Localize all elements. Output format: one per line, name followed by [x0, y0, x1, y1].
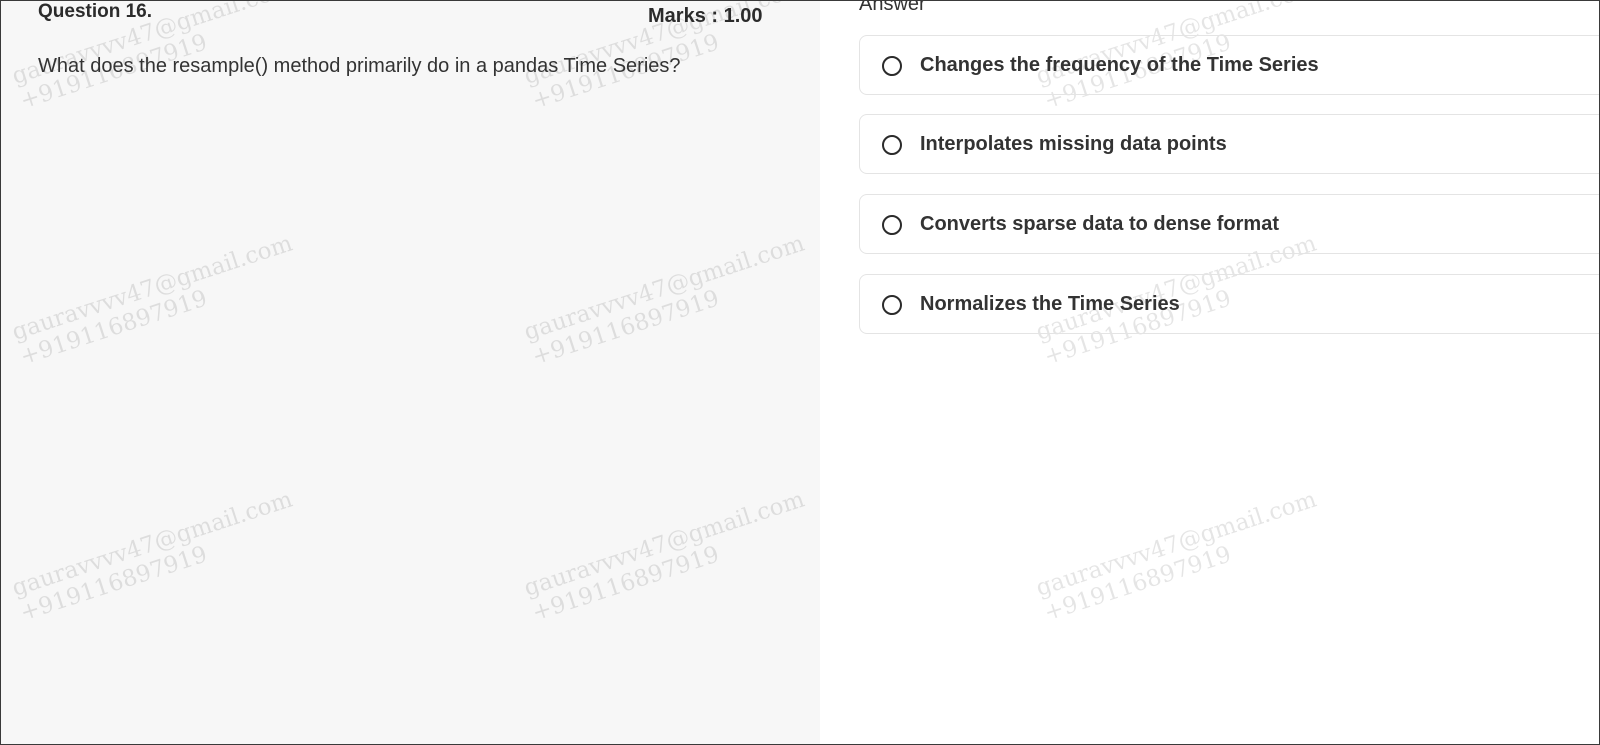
- radio-button-icon[interactable]: [882, 295, 902, 315]
- answer-option-4[interactable]: Normalizes the Time Series: [859, 274, 1599, 334]
- radio-button-icon[interactable]: [882, 56, 902, 76]
- question-text: What does the resample() method primaril…: [38, 55, 681, 77]
- answer-option-label: Changes the frequency of the Time Series: [920, 54, 1319, 76]
- question-number: Question 16.: [38, 1, 153, 22]
- answer-heading: Answer: [859, 0, 926, 15]
- question-panel: [1, 1, 820, 744]
- answer-panel: [820, 1, 1599, 744]
- radio-button-icon[interactable]: [882, 215, 902, 235]
- question-marks: Marks : 1.00: [648, 5, 763, 27]
- answer-option-label: Converts sparse data to dense format: [920, 213, 1279, 235]
- answer-option-label: Normalizes the Time Series: [920, 293, 1180, 315]
- radio-button-icon[interactable]: [882, 135, 902, 155]
- answer-option-1[interactable]: Changes the frequency of the Time Series: [859, 35, 1599, 95]
- answer-option-label: Interpolates missing data points: [920, 133, 1227, 155]
- exam-question-view: gauravvvv47@gmail.com+919116897919 gaura…: [0, 0, 1600, 745]
- answer-option-3[interactable]: Converts sparse data to dense format: [859, 194, 1599, 254]
- answer-option-2[interactable]: Interpolates missing data points: [859, 114, 1599, 174]
